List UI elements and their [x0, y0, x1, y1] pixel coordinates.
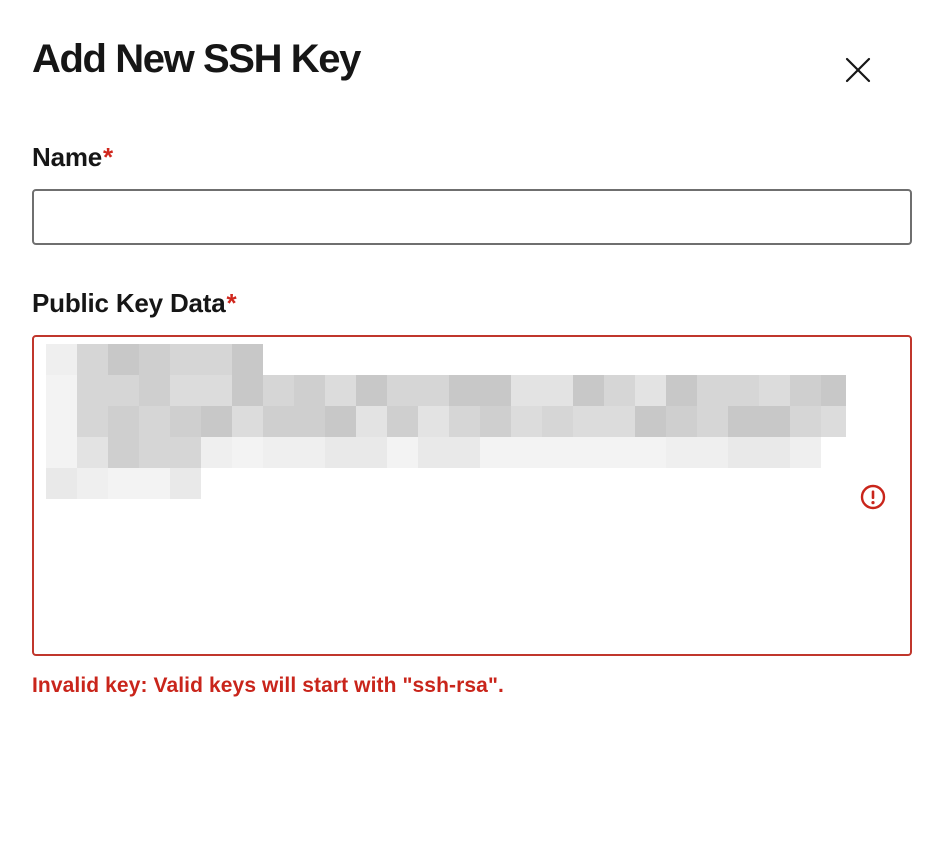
public-key-textarea[interactable]	[34, 337, 910, 654]
add-ssh-key-dialog: Add New SSH Key Name* Public Key Data* I…	[0, 0, 942, 852]
required-marker: *	[226, 288, 237, 318]
alert-circle-icon	[860, 484, 886, 510]
public-key-label-text: Public Key Data	[32, 288, 226, 318]
required-marker: *	[103, 142, 113, 172]
public-key-label: Public Key Data*	[32, 287, 237, 319]
name-label-text: Name	[32, 142, 103, 172]
name-input[interactable]	[32, 189, 912, 245]
close-button[interactable]	[838, 50, 878, 90]
dialog-title: Add New SSH Key	[32, 37, 361, 81]
name-label: Name*	[32, 141, 113, 173]
public-key-field	[32, 335, 912, 656]
close-icon	[845, 57, 871, 83]
public-key-error-message: Invalid key: Valid keys will start with …	[32, 674, 504, 697]
